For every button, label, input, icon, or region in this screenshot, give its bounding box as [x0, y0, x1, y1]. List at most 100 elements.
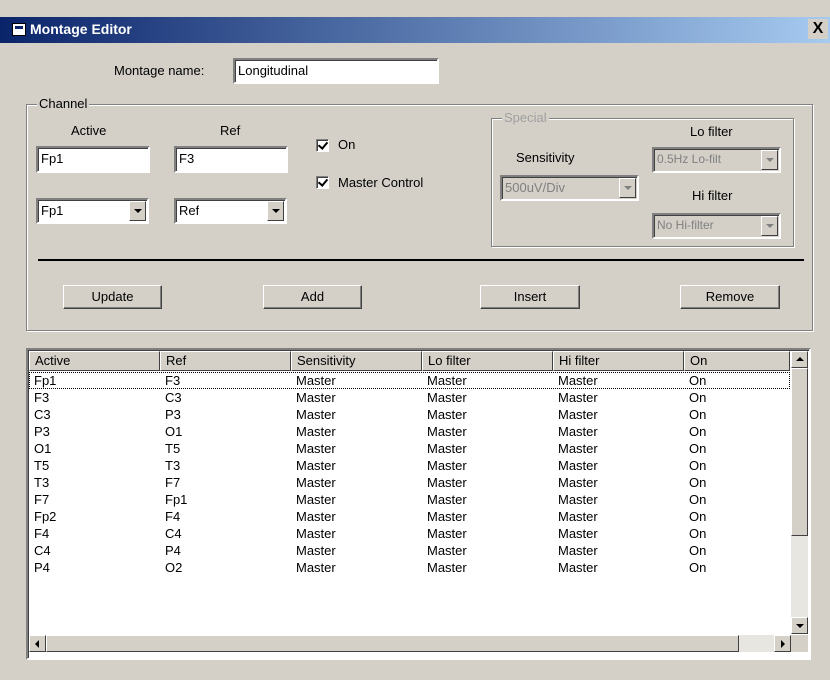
table-cell: Master: [296, 543, 336, 558]
table-cell: Master: [296, 407, 336, 422]
table-cell: Master: [558, 407, 598, 422]
table-cell: On: [689, 560, 707, 575]
table-cell: Master: [427, 458, 467, 473]
vertical-scroll-thumb[interactable]: [791, 368, 808, 536]
chevron-down-icon[interactable]: [267, 201, 284, 221]
table-cell: F4: [165, 509, 181, 524]
table-cell: Master: [558, 390, 598, 405]
table-cell: T5: [165, 441, 181, 456]
table-row[interactable]: F3 C3 Master Master Master On: [29, 389, 790, 406]
table-cell: On: [689, 543, 707, 558]
hi-filter-select-value: No Hi-filter: [657, 218, 714, 232]
active-input[interactable]: Fp1: [36, 146, 150, 173]
table-row[interactable]: C4 P4 Master Master Master On: [29, 542, 790, 559]
montage-name-input[interactable]: Longitudinal: [233, 58, 439, 84]
active-select[interactable]: Fp1: [36, 198, 149, 224]
column-header[interactable]: Lo filter: [422, 351, 553, 371]
column-header[interactable]: Sensitivity: [291, 351, 422, 371]
table-cell: C3: [34, 407, 51, 422]
lo-filter-label: Lo filter: [690, 124, 733, 139]
insert-button[interactable]: Insert: [480, 285, 580, 309]
sensitivity-select[interactable]: 500uV/Div: [500, 175, 639, 201]
montage-editor-window: Montage Editor X Montage name: Longitudi…: [0, 0, 830, 680]
table-cell: P4: [34, 560, 50, 575]
table-cell: F7: [165, 475, 181, 490]
master-control-label: Master Control: [338, 175, 424, 190]
table-cell: Master: [296, 526, 336, 541]
chevron-down-icon[interactable]: [761, 150, 778, 170]
table-row[interactable]: C3 P3 Master Master Master On: [29, 406, 790, 423]
on-checkbox[interactable]: [316, 139, 329, 152]
table-cell: On: [689, 458, 707, 473]
table-cell: O2: [165, 560, 183, 575]
table-cell: Master: [427, 475, 467, 490]
scrollbar-corner: [791, 635, 808, 652]
table-row[interactable]: P3 O1 Master Master Master On: [29, 423, 790, 440]
scroll-left-icon[interactable]: [29, 635, 46, 652]
remove-button[interactable]: Remove: [680, 285, 780, 309]
montage-name-label: Montage name:: [114, 63, 205, 78]
scroll-right-icon[interactable]: [774, 635, 791, 652]
ref-label: Ref: [220, 123, 241, 138]
table-row[interactable]: Fp2 F4 Master Master Master On: [29, 508, 790, 525]
table-row[interactable]: P4 O2 Master Master Master On: [29, 559, 790, 576]
table-header: Active Ref Sensitivity Lo filter Hi filter On: [29, 351, 790, 371]
add-button[interactable]: Add: [263, 285, 362, 309]
chevron-down-icon[interactable]: [619, 178, 636, 198]
table-cell: T3: [165, 458, 181, 473]
on-checkbox-label: On: [338, 137, 356, 152]
title-bar[interactable]: Montage Editor: [0, 17, 830, 43]
ref-input[interactable]: F3: [174, 146, 288, 173]
chevron-down-icon[interactable]: [761, 216, 778, 236]
column-header[interactable]: Hi filter: [553, 351, 684, 371]
table-row[interactable]: O1 T5 Master Master Master On: [29, 440, 790, 457]
table-row[interactable]: Fp1 F3 Master Master Master On: [29, 372, 790, 389]
table-cell: T5: [34, 458, 50, 473]
table-cell: Master: [427, 373, 467, 388]
table-cell: Master: [427, 509, 467, 524]
table-cell: C4: [165, 526, 182, 541]
table-cell: On: [689, 492, 707, 507]
table-body[interactable]: Fp1 F3 Master Master Master On F3 C3 Master Maste…: [29, 372, 790, 634]
table-cell: P3: [34, 424, 50, 439]
table-cell: Master: [296, 458, 336, 473]
column-header[interactable]: On: [684, 351, 790, 371]
table-cell: Master: [296, 492, 336, 507]
channel-group-caption: Channel: [37, 96, 90, 111]
table-cell: Master: [296, 373, 336, 388]
hi-filter-select[interactable]: No Hi-filter: [652, 213, 781, 239]
horizontal-scroll-thumb[interactable]: [46, 635, 739, 652]
ref-select-value: Ref: [179, 203, 200, 218]
table-cell: Master: [427, 390, 467, 405]
table-row[interactable]: T3 F7 Master Master Master On: [29, 474, 790, 491]
column-header[interactable]: Active: [29, 351, 160, 371]
table-row[interactable]: F4 C4 Master Master Master On: [29, 525, 790, 542]
table-cell: On: [689, 373, 707, 388]
window-title: Montage Editor: [30, 21, 132, 37]
table-cell: F4: [34, 526, 50, 541]
close-button[interactable]: X: [808, 19, 828, 39]
channel-table[interactable]: Active Ref Sensitivity Lo filter Hi filter On…: [26, 348, 811, 660]
scroll-up-icon[interactable]: [791, 351, 808, 368]
ref-select[interactable]: Ref: [174, 198, 287, 224]
table-cell: Master: [296, 560, 336, 575]
vertical-scrollbar[interactable]: [791, 351, 808, 634]
table-cell: On: [689, 407, 707, 422]
table-cell: Master: [427, 560, 467, 575]
chevron-down-icon[interactable]: [129, 201, 146, 221]
table-cell: Master: [427, 407, 467, 422]
column-header[interactable]: Ref: [160, 351, 291, 371]
table-cell: Master: [296, 424, 336, 439]
table-row[interactable]: F7 Fp1 Master Master Master On: [29, 491, 790, 508]
update-button[interactable]: Update: [63, 285, 162, 309]
scroll-down-icon[interactable]: [791, 617, 808, 634]
table-row[interactable]: T5 T3 Master Master Master On: [29, 457, 790, 474]
table-cell: Master: [296, 509, 336, 524]
table-cell: Master: [558, 492, 598, 507]
table-cell: Master: [427, 492, 467, 507]
active-label: Active: [71, 123, 107, 138]
table-cell: Master: [427, 526, 467, 541]
horizontal-scrollbar[interactable]: [29, 635, 791, 652]
lo-filter-select[interactable]: 0.5Hz Lo-filt: [652, 147, 781, 173]
master-control-checkbox[interactable]: [316, 176, 329, 189]
